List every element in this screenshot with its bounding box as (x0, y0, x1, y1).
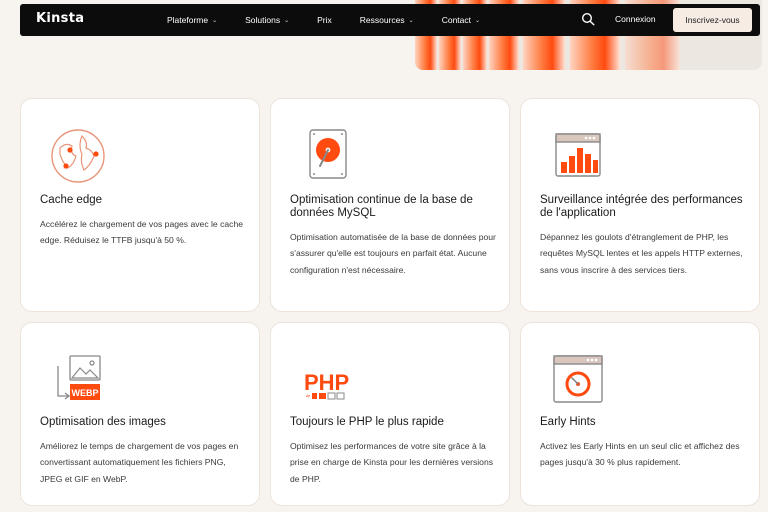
top-navigation: Kinsta Plateforme ⌄ Solutions ⌄ Prix Res… (20, 4, 760, 36)
feature-card-mysql: Optimisation continue de la base de donn… (270, 98, 510, 312)
chevron-down-icon: ⌄ (212, 17, 218, 24)
menu-item-solutions[interactable]: Solutions ⌄ (245, 15, 289, 25)
search-icon[interactable] (581, 12, 595, 26)
feature-card-php: PHP Toujours le PHP le plus rapide Optim… (270, 322, 510, 506)
feature-description: Activez les Early Hints en un seul clic … (540, 441, 740, 468)
chevron-down-icon: ⌄ (408, 17, 414, 24)
menu-label: Ressources (359, 15, 405, 25)
feature-title: Early Hints (540, 416, 596, 428)
feature-card-apm: Surveillance intégrée des performances d… (520, 98, 760, 312)
database-drive-icon (309, 129, 347, 179)
menu-label: Plateforme (167, 15, 209, 25)
feature-card-images: WEBP Optimisation des images Améliorez l… (20, 322, 260, 506)
feature-title: Surveillance intégrée des performances d… (540, 194, 743, 219)
chevron-down-icon: ⌄ (475, 17, 481, 24)
performance-chart-icon (555, 133, 601, 177)
php-icon: PHP (304, 370, 349, 400)
feature-title: Optimisation continue de la base de donn… (290, 194, 473, 219)
feature-description: Améliorez le temps de chargement de vos … (40, 441, 239, 484)
menu-label: Solutions (245, 15, 281, 25)
feature-description: Optimisez les performances de votre site… (290, 441, 494, 484)
gauge-window-icon (553, 355, 603, 403)
menu-label: Prix (317, 15, 332, 25)
signup-button[interactable]: Inscrivez-vous (673, 8, 752, 32)
php-label: PHP (304, 370, 349, 395)
kinsta-logo[interactable]: Kinsta (36, 11, 84, 26)
feature-title: Toujours le PHP le plus rapide (290, 416, 444, 428)
main-menu: Plateforme ⌄ Solutions ⌄ Prix Ressources… (167, 4, 508, 36)
menu-item-ressources[interactable]: Ressources ⌄ (360, 15, 414, 25)
login-link[interactable]: Connexion (615, 14, 656, 24)
menu-label: Contact (441, 15, 471, 25)
feature-title: Optimisation des images (40, 416, 166, 428)
webp-image-icon: WEBP (57, 355, 101, 400)
menu-item-plateforme[interactable]: Plateforme ⌄ (167, 15, 217, 25)
globe-icon (51, 129, 105, 183)
feature-title: Cache edge (40, 194, 103, 206)
chevron-down-icon: ⌄ (284, 17, 290, 24)
feature-description: Dépannez les goulots d'étranglement de P… (540, 232, 743, 275)
feature-card-cache-edge: Cache edge Accélérez le chargement de vo… (20, 98, 260, 312)
menu-item-contact[interactable]: Contact ⌄ (442, 15, 480, 25)
feature-description: Accélérez le chargement de vos pages ave… (40, 219, 244, 246)
menu-item-prix[interactable]: Prix (317, 15, 332, 25)
webp-label: WEBP (72, 388, 99, 398)
feature-description: Optimisation automatisée de la base de d… (290, 232, 496, 275)
feature-card-early-hints: Early Hints Activez les Early Hints en u… (520, 322, 760, 506)
